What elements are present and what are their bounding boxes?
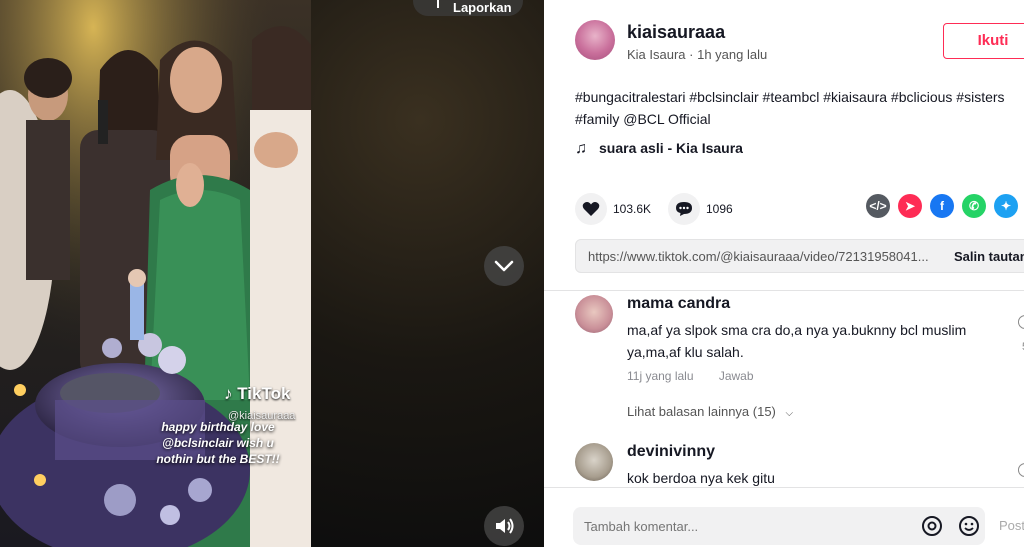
commenter-avatar[interactable] xyxy=(575,443,613,481)
view-more-replies-label: Lihat balasan lainnya (15) xyxy=(627,404,776,419)
like-button[interactable] xyxy=(575,193,607,225)
music-link[interactable]: ♫ suara asli - Kia Isaura xyxy=(575,140,743,158)
comment-like-icon[interactable] xyxy=(1018,463,1024,477)
video-detail-page: ♪ TikTok @kiaisauraaa happy birthday lov… xyxy=(0,0,1024,547)
comment-button[interactable] xyxy=(668,193,700,225)
next-video-button[interactable] xyxy=(484,246,524,286)
share-icons: </> ➤ f ✆ ✦ xyxy=(866,194,1018,218)
comment-bubble-icon xyxy=(676,202,692,216)
report-label: Laporkan xyxy=(453,0,512,15)
video-player[interactable]: ♪ TikTok @kiaisauraaa happy birthday lov… xyxy=(0,0,544,547)
flag-icon xyxy=(437,0,447,8)
comment-time: 11j yang lalu xyxy=(627,369,694,383)
commenter-avatar[interactable] xyxy=(575,295,613,333)
commenter-name[interactable]: devinivinny xyxy=(627,443,715,461)
follow-button[interactable]: Ikuti xyxy=(943,23,1024,59)
comment-text: ma,af ya slpok sma cra do,a nya ya.buknn… xyxy=(627,322,967,360)
speaker-icon xyxy=(496,518,514,534)
copy-link-box[interactable]: https://www.tiktok.com/@kiaisauraaa/vide… xyxy=(575,239,1024,273)
music-title: suara asli - Kia Isaura xyxy=(599,140,743,156)
like-count: 103.6K xyxy=(613,202,652,216)
chevron-down-icon xyxy=(494,260,514,272)
comment-meta: 11j yang lalu Jawab xyxy=(627,369,754,383)
twitter-icon[interactable]: ✦ xyxy=(994,194,1018,218)
heart-icon xyxy=(582,202,600,216)
author-username[interactable]: kiaisauraaa xyxy=(627,22,725,43)
chevron-down-icon: ⌵ xyxy=(785,408,794,419)
author-avatar[interactable] xyxy=(575,20,615,60)
send-icon[interactable]: ➤ xyxy=(898,194,922,218)
report-button[interactable]: Laporkan xyxy=(413,0,523,16)
embed-icon[interactable]: </> xyxy=(866,194,890,218)
post-comment-button[interactable]: Posting xyxy=(999,518,1024,533)
author-meta: Kia Isaura · 1h yang lalu xyxy=(627,47,768,62)
video-caption: happy birthday love @bclsinclair wish u … xyxy=(156,420,280,466)
video-url: https://www.tiktok.com/@kiaisauraaa/vide… xyxy=(588,249,929,264)
view-more-replies[interactable]: Lihat balasan lainnya (15) ⌵ xyxy=(627,404,793,419)
details-panel: kiaisauraaa Kia Isaura · 1h yang lalu Ik… xyxy=(544,0,1024,547)
tiktok-watermark: ♪ TikTok xyxy=(224,384,291,403)
reply-button[interactable]: Jawab xyxy=(719,369,754,383)
music-note-icon: ♫ xyxy=(575,140,587,157)
facebook-icon[interactable]: f xyxy=(930,194,954,218)
comment-count: 1096 xyxy=(706,202,733,216)
copy-link-button[interactable]: Salin tautan xyxy=(954,249,1024,264)
volume-button[interactable] xyxy=(484,506,524,546)
like-stat[interactable]: 103.6K xyxy=(575,193,651,225)
emoji-icon[interactable] xyxy=(958,515,980,537)
mention-icon[interactable] xyxy=(921,515,943,537)
whatsapp-icon[interactable]: ✆ xyxy=(962,194,986,218)
commenter-name[interactable]: mama candra xyxy=(627,295,730,313)
video-description: #bungacitralestari #bclsinclair #teambcl… xyxy=(575,89,1005,127)
comment-stat[interactable]: 1096 xyxy=(668,193,733,225)
divider xyxy=(544,290,1024,291)
comment-like-icon[interactable] xyxy=(1018,315,1024,329)
comment-text: kok berdoa nya kek gitu xyxy=(627,470,775,486)
tiktok-watermark-brand: TikTok xyxy=(237,384,291,403)
comment-composer: Posting xyxy=(544,487,1024,547)
video-frame[interactable]: ♪ TikTok @kiaisauraaa happy birthday lov… xyxy=(0,0,311,547)
